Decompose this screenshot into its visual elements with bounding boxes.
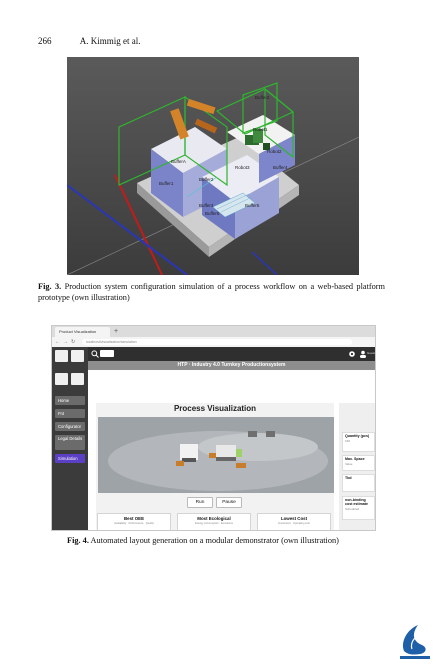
caption-label: Fig. 4. bbox=[67, 536, 89, 545]
new-tab-button[interactable]: + bbox=[114, 326, 118, 337]
running-authors: A. Kimmig et al. bbox=[79, 36, 141, 46]
result-card-most-ecological[interactable]: Most Ecological Energy consumption · Emi… bbox=[177, 513, 251, 530]
field-value: 150 bbox=[345, 439, 351, 443]
sidebar-item-configurator[interactable]: Configurator bbox=[55, 422, 85, 431]
max-space-field[interactable]: Max. Space Value bbox=[342, 455, 375, 471]
scene-label: Buffer2 bbox=[255, 95, 270, 100]
figure-3-caption: Fig. 3. Production system configuration … bbox=[38, 281, 385, 303]
quantity-field[interactable]: Quantity (pcs) 150 bbox=[342, 432, 375, 452]
card-subtitle: Availability · Performance · Quality bbox=[114, 522, 154, 525]
run-button[interactable]: Run bbox=[187, 497, 213, 508]
figure-4-caption: Fig. 4. Automated layout generation on a… bbox=[67, 535, 397, 546]
card-subtitle: Investment · Operating cost bbox=[278, 522, 310, 525]
scene-label: Robot2 bbox=[267, 149, 282, 154]
result-card-lowest-cost[interactable]: Lowest Cost Investment · Operating cost bbox=[257, 513, 331, 530]
page-header: 266 A. Kimmig et al. bbox=[38, 36, 141, 46]
field-value: Scheduled bbox=[345, 507, 360, 511]
figure-4-image: Product Visualization + ← → ↻ localhost/… bbox=[51, 325, 376, 531]
scene-label: Buffer4 bbox=[273, 165, 288, 170]
card-title: Best OEE bbox=[123, 516, 144, 521]
machinery-icon[interactable] bbox=[55, 373, 68, 385]
figure-3-image: Buffer1 Buffer2 Buffer3 Robot1 Robot2 Ro… bbox=[67, 57, 359, 275]
tooling-icon[interactable] bbox=[71, 373, 84, 385]
reload-icon[interactable]: ↻ bbox=[71, 338, 75, 346]
publisher-logo-icon bbox=[400, 625, 430, 659]
browser-tab-bar: Product Visualization + bbox=[52, 326, 375, 337]
sidebar-item-home[interactable]: Home bbox=[55, 396, 85, 405]
caption-label: Fig. 3. bbox=[38, 282, 62, 291]
field-label: non-binding cost estimate bbox=[345, 498, 368, 506]
user-label: Guest bbox=[367, 351, 376, 355]
scene-label: Buffer3 bbox=[199, 203, 214, 208]
field-value: Value bbox=[345, 462, 353, 466]
app-top-bar: Guest bbox=[88, 347, 375, 361]
result-card-best-oee[interactable]: Best OEE Availability · Performance · Qu… bbox=[97, 513, 171, 530]
panel-title: Process Visualization bbox=[173, 404, 257, 413]
forward-icon[interactable]: → bbox=[63, 338, 68, 346]
tbd-field[interactable]: Tbd bbox=[342, 474, 375, 492]
caption-text: Production system configuration simulati… bbox=[38, 282, 386, 302]
search-input[interactable] bbox=[100, 350, 114, 357]
gear-icon[interactable] bbox=[348, 350, 356, 358]
card-title: Most Ecological bbox=[197, 516, 231, 521]
scene-label: Robot1 bbox=[253, 127, 268, 132]
back-icon[interactable]: ← bbox=[55, 338, 60, 346]
station-icon[interactable] bbox=[71, 350, 84, 362]
publisher-logo bbox=[398, 621, 432, 661]
search-icon[interactable] bbox=[91, 350, 99, 358]
scene-label: Buffer6 bbox=[205, 211, 220, 216]
app-subtitle: HTP · Industry 4.0 Turnkey Productionsys… bbox=[88, 361, 375, 370]
address-input[interactable]: localhost/visualization/simulation bbox=[82, 339, 352, 345]
card-title: Lowest Cost bbox=[280, 516, 308, 521]
page-number: 266 bbox=[38, 36, 52, 46]
card-subtitle: Energy consumption · Emissions bbox=[195, 522, 233, 525]
production-system-3d-scene: Buffer1 Buffer2 Buffer3 Robot1 Robot2 Ro… bbox=[67, 57, 359, 275]
scene-label: Buffer2 bbox=[199, 177, 214, 182]
scene-label: Robot3 bbox=[235, 165, 250, 170]
field-label: Tbd bbox=[345, 476, 352, 480]
cost-estimate-box: non-binding cost estimate Scheduled bbox=[342, 496, 375, 520]
browser-tab[interactable]: Product Visualization bbox=[55, 327, 110, 337]
user-icon[interactable] bbox=[359, 350, 367, 358]
caption-text: Automated layout generation on a modular… bbox=[90, 536, 339, 545]
pause-button[interactable]: Pause bbox=[216, 497, 242, 508]
scene-label: BufferA bbox=[171, 159, 186, 164]
sidebar-item-legal-details[interactable]: Legal Details bbox=[55, 435, 85, 450]
factory-3d-view bbox=[98, 417, 334, 493]
scene-label: Buffer1 bbox=[159, 181, 174, 186]
product-icon[interactable] bbox=[55, 350, 68, 362]
process-visualization-canvas[interactable] bbox=[98, 417, 334, 493]
app-sidebar: Home Fnt Configurator Legal Details Simu… bbox=[52, 347, 88, 530]
scene-label: Buffer5 bbox=[245, 203, 260, 208]
sidebar-item-simulation[interactable]: Simulation bbox=[55, 454, 85, 463]
sidebar-item-fnt[interactable]: Fnt bbox=[55, 409, 85, 418]
